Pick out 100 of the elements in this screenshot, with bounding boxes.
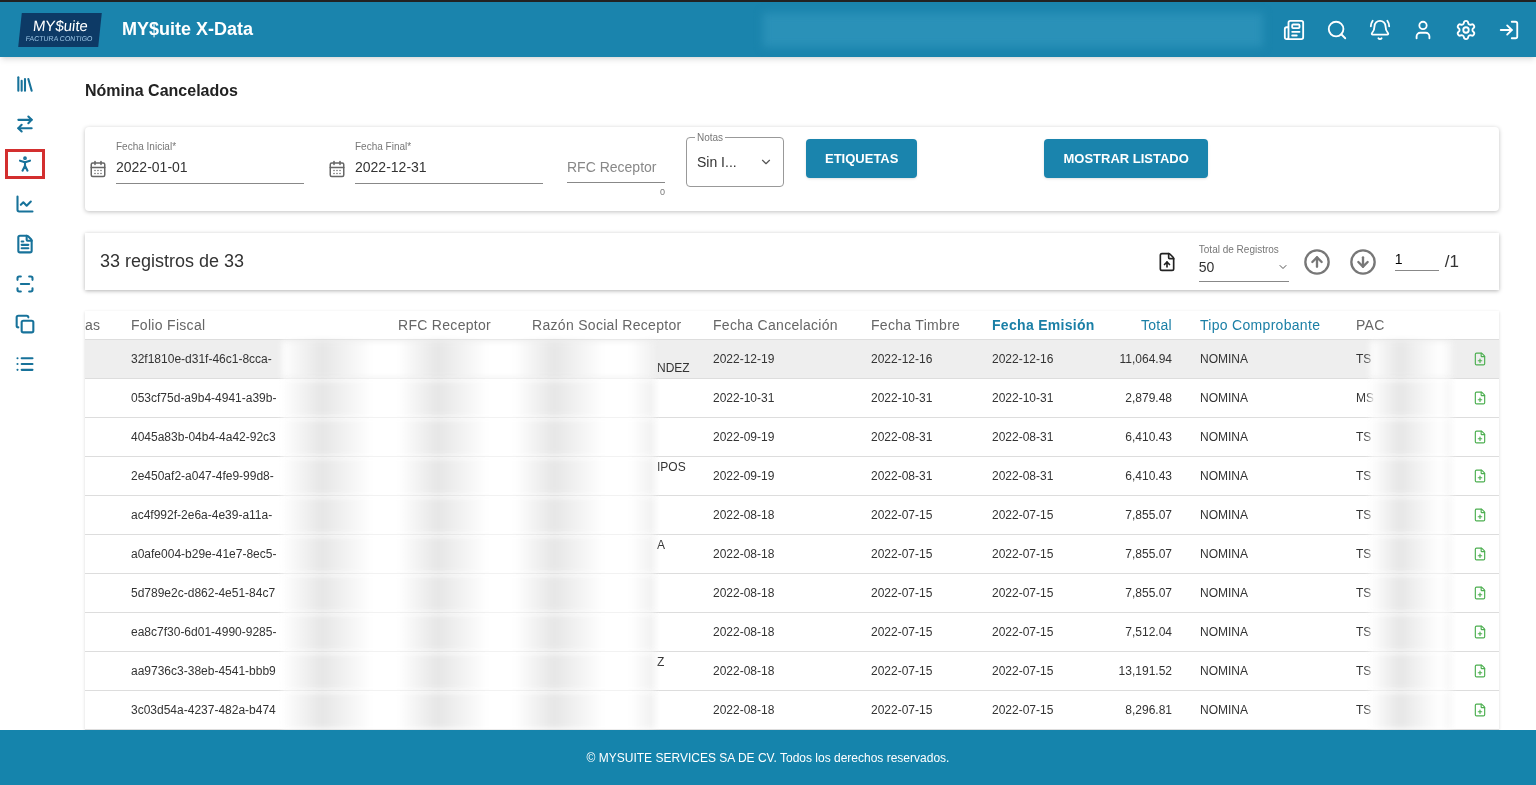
table-cell-text: TS: [1356, 507, 1370, 524]
table-cell-text: 13,191.52: [1117, 663, 1173, 680]
file-add-icon[interactable]: [1473, 547, 1487, 561]
file-add-icon[interactable]: [1473, 508, 1487, 522]
arrow-down-icon[interactable]: [1348, 247, 1377, 276]
person-icon[interactable]: [5, 149, 45, 179]
arrow-up-icon[interactable]: [1302, 247, 1331, 276]
table-row[interactable]: a0afe004-b29e-41e7-8ec5- A 2022-08-18 2022-07-15 2022-07-15 7,855.07 NOMINA TS: [85, 535, 1499, 574]
table-row[interactable]: 2e450af2-a047-4fe9-99d8- IPOS 2022-09-19 2022-08-31 2022-08-31 6,410.43 NOMINA TS: [85, 457, 1499, 496]
table-cell-text: 2022-08-31: [871, 468, 934, 485]
file-add-icon[interactable]: [1473, 664, 1487, 678]
table-row[interactable]: 32f1810e-d31f-46c1-8cca- NDEZ 2022-12-19 2022-12-16 2022-12-16 11,064.94 NOMINA TS: [85, 340, 1499, 379]
table-cell-text: TS: [1356, 663, 1370, 680]
table-cell-text: 2022-12-19: [713, 351, 776, 368]
table-cell-text: 2022-12-16: [871, 351, 934, 368]
date-field[interactable]: Fecha Inicial* 2022-01-01: [116, 139, 304, 184]
table-cell-text: 2022-08-18: [713, 663, 776, 680]
table-cell-text: a0afe004-b29e-41e7-8ec5-: [131, 546, 278, 563]
table-cell-text: NOMINA: [1200, 624, 1249, 641]
table-cell-text: 2022-07-15: [871, 663, 934, 680]
table-cell-text: 2022-07-15: [992, 507, 1055, 524]
table-cell-text: 2022-07-15: [992, 702, 1055, 719]
table-cell-text: NOMINA: [1200, 429, 1249, 446]
table-cell-text: TS: [1356, 546, 1370, 563]
page-field[interactable]: 1: [1394, 248, 1439, 271]
table-row[interactable]: 4045a83b-04b4-4a42-92c3 2022-09-19 2022-08-31 2022-08-31 6,410.43 NOMINA TS: [85, 418, 1499, 457]
table-row[interactable]: ac4f992f-2e6a-4e39-a11a- 2022-08-18 2022-07-15 2022-07-15 7,855.07 NOMINA TS: [85, 496, 1499, 535]
table-cell-text: 2022-08-18: [713, 507, 776, 524]
table-row[interactable]: 053cf75d-a9b4-4941-a39b- 2022-10-31 2022-10-31 2022-10-31 2,879.48 NOMINA MS: [85, 379, 1499, 418]
table-cell-text: 2022-07-15: [871, 546, 934, 563]
bell-icon[interactable]: [1369, 18, 1391, 41]
file-add-icon[interactable]: [1473, 586, 1487, 600]
table-cell-text: 6,410.43: [1124, 429, 1173, 446]
table-cell-text: 2022-07-15: [992, 546, 1055, 563]
column-header[interactable]: Fecha Emisión: [992, 314, 1106, 336]
calendar-icon[interactable]: [89, 160, 107, 178]
table-cell-text: NOMINA: [1200, 507, 1249, 524]
column-header[interactable]: Total: [1106, 314, 1200, 336]
page-title: Nómina Cancelados: [85, 81, 239, 101]
table-cell-text: 2022-07-15: [871, 585, 934, 602]
table-row[interactable]: aa9736c3-38eb-4541-bbb9 Z 2022-08-18 2022-07-15 2022-07-15 13,191.52 NOMINA TS: [85, 652, 1499, 691]
table-cell-text: 2022-08-31: [871, 429, 934, 446]
table-cell-text: 2022-07-15: [992, 624, 1055, 641]
column-header[interactable]: Razón Social Receptor: [532, 314, 713, 336]
table-cell-text: 7,855.07: [1124, 585, 1173, 602]
table-cell-text: TS: [1356, 585, 1370, 602]
table-cell-text: 7,855.07: [1124, 546, 1173, 563]
table-cell-text: 2022-09-19: [713, 468, 776, 485]
action-button[interactable]: MOSTRAR LISTADO: [1044, 139, 1208, 178]
table-cell-text: 4045a83b-04b4-4a42-92c3: [131, 429, 277, 446]
table-cell-text: NOMINA: [1200, 351, 1249, 368]
settings-icon[interactable]: [1455, 18, 1477, 41]
table-cell-text: 2022-09-19: [713, 429, 776, 446]
file-add-icon[interactable]: [1473, 625, 1487, 639]
table-cell-text: 11,064.94: [1118, 351, 1173, 368]
table-cell-text: 2022-08-18: [713, 546, 776, 563]
logout-icon[interactable]: [1498, 18, 1520, 41]
file-add-icon[interactable]: [1473, 469, 1487, 483]
column-header[interactable]: Tipo Comprobante: [1200, 314, 1356, 336]
column-header[interactable]: PAC: [1356, 314, 1456, 336]
file-add-icon[interactable]: [1473, 430, 1487, 444]
table-cell-text: 2022-10-31: [871, 390, 934, 407]
table-cell-text: Z: [657, 654, 665, 671]
rfc-field[interactable]: RFC Receptor: [567, 157, 665, 183]
column-header[interactable]: Fecha Timbre: [871, 314, 992, 336]
table-cell-text: ea8c7f30-6d01-4990-9285-: [131, 624, 278, 641]
table-cell-text: 6,410.43: [1124, 468, 1173, 485]
table-row[interactable]: 3c03d54a-4237-482a-b474 2022-08-18 2022-07-15 2022-07-15 8,296.81 NOMINA TS: [85, 691, 1499, 730]
search-icon[interactable]: [1326, 18, 1348, 41]
file-add-icon[interactable]: [1473, 703, 1487, 717]
file-add-icon[interactable]: [1473, 391, 1487, 405]
file-add-icon[interactable]: [1473, 352, 1487, 366]
table-cell-text: 5d789e2c-d862-4e51-84c7: [131, 585, 277, 602]
copyright-text: © MYSUITE SERVICES SA DE CV. Todos los derechos reservados.: [586, 749, 950, 767]
table-cell-text: TS: [1356, 702, 1370, 719]
column-header[interactable]: as: [85, 314, 131, 336]
page-size-select[interactable]: Total de Registros 50: [1198, 241, 1289, 282]
table-cell-text: NOMINA: [1200, 585, 1249, 602]
table-cell-text: 2,879.48: [1124, 390, 1173, 407]
calendar-icon[interactable]: [328, 160, 346, 178]
table-cell-text: IPOS: [657, 459, 686, 476]
column-header[interactable]: RFC Receptor: [398, 314, 532, 336]
table-cell-text: NOMINA: [1200, 546, 1249, 563]
table-cell-text: TS: [1356, 468, 1370, 485]
table-cell-text: 2e450af2-a047-4fe9-99d8-: [131, 468, 275, 485]
table-cell-text: 2022-07-15: [992, 585, 1055, 602]
table-cell-text: 2022-07-15: [871, 624, 934, 641]
table-cell-text: A: [657, 537, 665, 554]
table-cell-text: TS: [1356, 624, 1370, 641]
table-row[interactable]: 5d789e2c-d862-4e51-84c7 2022-08-18 2022-07-15 2022-07-15 7,855.07 NOMINA TS: [85, 574, 1499, 613]
column-header[interactable]: Folio Fiscal: [131, 314, 398, 336]
table-cell-text: NOMINA: [1200, 468, 1249, 485]
table-cell-text: 8,296.81: [1124, 702, 1173, 719]
action-button[interactable]: ETIQUETAS: [806, 139, 918, 178]
table-cell-text: 2022-07-15: [871, 507, 934, 524]
column-header[interactable]: Fecha Cancelación: [713, 314, 871, 336]
date-field[interactable]: Fecha Final* 2022-12-31: [355, 139, 543, 184]
table-cell-text: 3c03d54a-4237-482a-b474: [131, 702, 277, 719]
newspaper-icon[interactable]: [1283, 18, 1305, 41]
table-row[interactable]: ea8c7f30-6d01-4990-9285- 2022-08-18 2022-07-15 2022-07-15 7,512.04 NOMINA TS: [85, 613, 1499, 652]
